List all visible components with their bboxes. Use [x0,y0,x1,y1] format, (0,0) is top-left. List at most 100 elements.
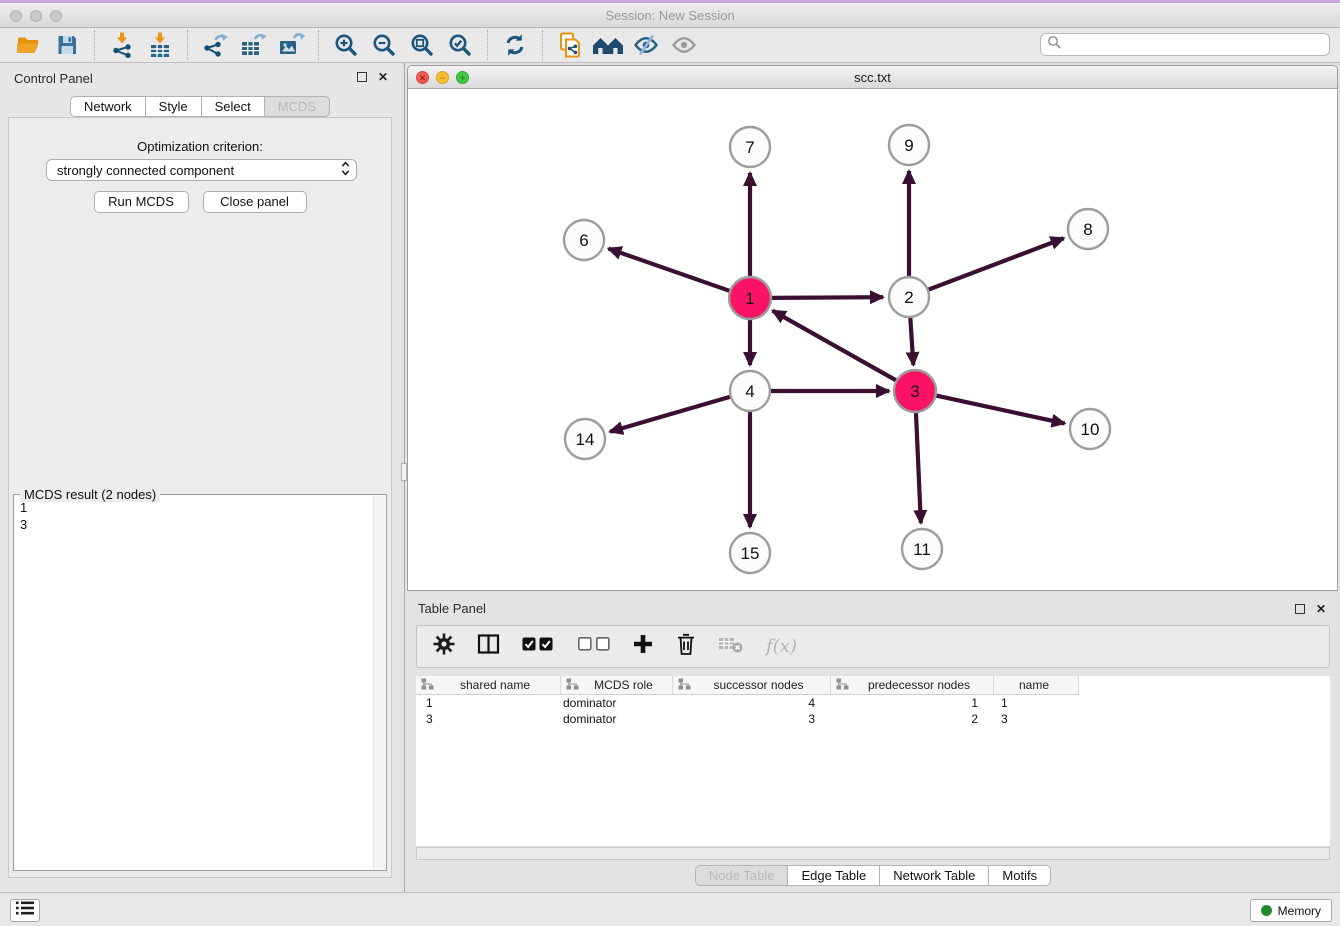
memory-button[interactable]: Memory [1250,899,1332,922]
run-mcds-button[interactable]: Run MCDS [94,191,189,213]
column-type-icon [421,678,434,693]
graph-node-label-8: 8 [1083,220,1092,239]
table-panel: Table Panel ✕ f(x) shared nameMCDS roles… [408,595,1338,892]
criterion-dropdown[interactable]: strongly connected component [46,159,357,181]
close-panel-button[interactable]: Close panel [203,191,307,213]
memory-status-icon [1261,905,1272,916]
network-canvas[interactable]: 1234678910111415 [408,89,1337,591]
import-table-icon[interactable] [144,30,176,60]
close-panel-icon[interactable]: ✕ [1316,603,1326,615]
optimization-criterion-label: Optimization criterion: [9,139,391,154]
table-cell[interactable]: 1 [416,695,561,711]
table-header-row: shared nameMCDS role successor nodesprede… [416,676,1330,695]
search-input[interactable] [1061,38,1323,52]
zoom-fit-icon[interactable] [406,30,438,60]
function-builder-icon[interactable]: f(x) [766,636,797,657]
status-bar: Memory [0,892,1340,926]
table-row[interactable]: 1dominator411 [416,695,1330,711]
column-header-successor-nodes[interactable]: successor nodes [673,676,831,695]
task-list-icon [15,900,35,921]
graph-edge-1-6[interactable] [609,249,731,291]
graph-edge-2-3[interactable] [910,318,913,365]
close-panel-icon[interactable]: ✕ [378,71,388,83]
column-type-icon [836,678,849,693]
float-panel-icon[interactable] [357,72,367,82]
export-image-icon[interactable] [275,30,307,60]
tab-node-table[interactable]: Node Table [695,865,789,886]
graph-edge-3-11[interactable] [916,412,921,523]
tab-style[interactable]: Style [146,96,202,117]
graph-node-label-15: 15 [741,544,760,563]
column-type-icon [678,678,691,693]
zoom-in-icon[interactable] [330,30,362,60]
toolbar-divider [318,30,319,60]
application-window: Session: New Session Control Panel [0,0,1340,926]
add-row-icon[interactable] [632,633,654,660]
table-horizontal-scrollbar[interactable] [416,847,1330,860]
column-header-label: successor nodes [691,678,830,692]
result-scrollbar[interactable] [373,496,385,869]
tab-mcds[interactable]: MCDS [265,96,330,117]
graph-edge-3-10[interactable] [936,395,1065,423]
table-cell[interactable]: 2 [831,711,994,727]
table-cell[interactable]: 1 [994,695,1079,711]
column-layout-icon[interactable] [477,633,500,660]
column-type-icon [566,678,579,693]
memory-label: Memory [1278,904,1321,918]
refresh-icon[interactable] [499,30,531,60]
column-header-label: shared name [434,678,560,692]
select-all-checks-icon[interactable] [522,636,556,657]
graph-node-label-10: 10 [1081,420,1100,439]
network-graph[interactable]: 1234678910111415 [408,89,1337,591]
zoom-out-icon[interactable] [368,30,400,60]
graph-edge-3-1[interactable] [773,311,897,381]
column-header-shared-name[interactable]: shared name [416,676,561,695]
tab-network[interactable]: Network [70,96,146,117]
table-cell[interactable]: 3 [673,711,831,727]
first-neighbors-icon[interactable] [592,30,624,60]
graph-edge-4-14[interactable] [610,397,730,432]
table-cell[interactable]: 4 [673,695,831,711]
tab-network-table[interactable]: Network Table [880,865,989,886]
tab-edge-table[interactable]: Edge Table [788,865,880,886]
column-settings-icon[interactable] [433,633,455,660]
save-session-icon[interactable] [51,30,83,60]
node-table[interactable]: shared nameMCDS role successor nodesprede… [416,676,1330,846]
table-cell[interactable]: 3 [994,711,1079,727]
hide-selected-icon[interactable] [630,30,662,60]
export-network-icon[interactable] [199,30,231,60]
import-network-icon[interactable] [106,30,138,60]
graph-edge-2-8[interactable] [929,238,1064,289]
column-header-name[interactable]: name [994,676,1079,695]
tab-motifs[interactable]: Motifs [989,865,1051,886]
search-field[interactable] [1040,33,1330,56]
column-header-MCDS-role[interactable]: MCDS role [561,676,673,695]
search-icon [1047,35,1061,54]
table-cell[interactable]: dominator [561,695,673,711]
clone-network-icon[interactable] [554,30,586,60]
delete-row-icon[interactable] [676,632,696,661]
float-panel-icon[interactable] [1295,604,1305,614]
network-view-frame: ✕ − + scc.txt 1234678910111415 [407,65,1338,591]
tab-select[interactable]: Select [202,96,265,117]
task-history-button[interactable] [10,899,40,922]
deselect-all-checks-icon[interactable] [578,637,610,656]
export-table-icon[interactable] [237,30,269,60]
graph-edge-1-2[interactable] [771,297,883,298]
window-title: Session: New Session [0,3,1340,28]
table-cell[interactable]: 3 [416,711,561,727]
table-cell[interactable]: dominator [561,711,673,727]
delete-table-icon[interactable] [718,634,744,659]
network-frame-titlebar: ✕ − + scc.txt [408,66,1337,89]
graph-node-label-1: 1 [745,289,754,308]
table-cell[interactable]: 1 [831,695,994,711]
table-row[interactable]: 3dominator323 [416,711,1330,727]
toolbar-divider [542,30,543,60]
column-header-predecessor-nodes[interactable]: predecessor nodes [831,676,994,695]
show-all-icon[interactable] [668,30,700,60]
main-toolbar [0,28,1340,63]
zoom-selected-icon[interactable] [444,30,476,60]
toolbar-divider [94,30,95,60]
open-session-icon[interactable] [13,30,45,60]
mcds-result-text: 1 3 [20,499,370,868]
